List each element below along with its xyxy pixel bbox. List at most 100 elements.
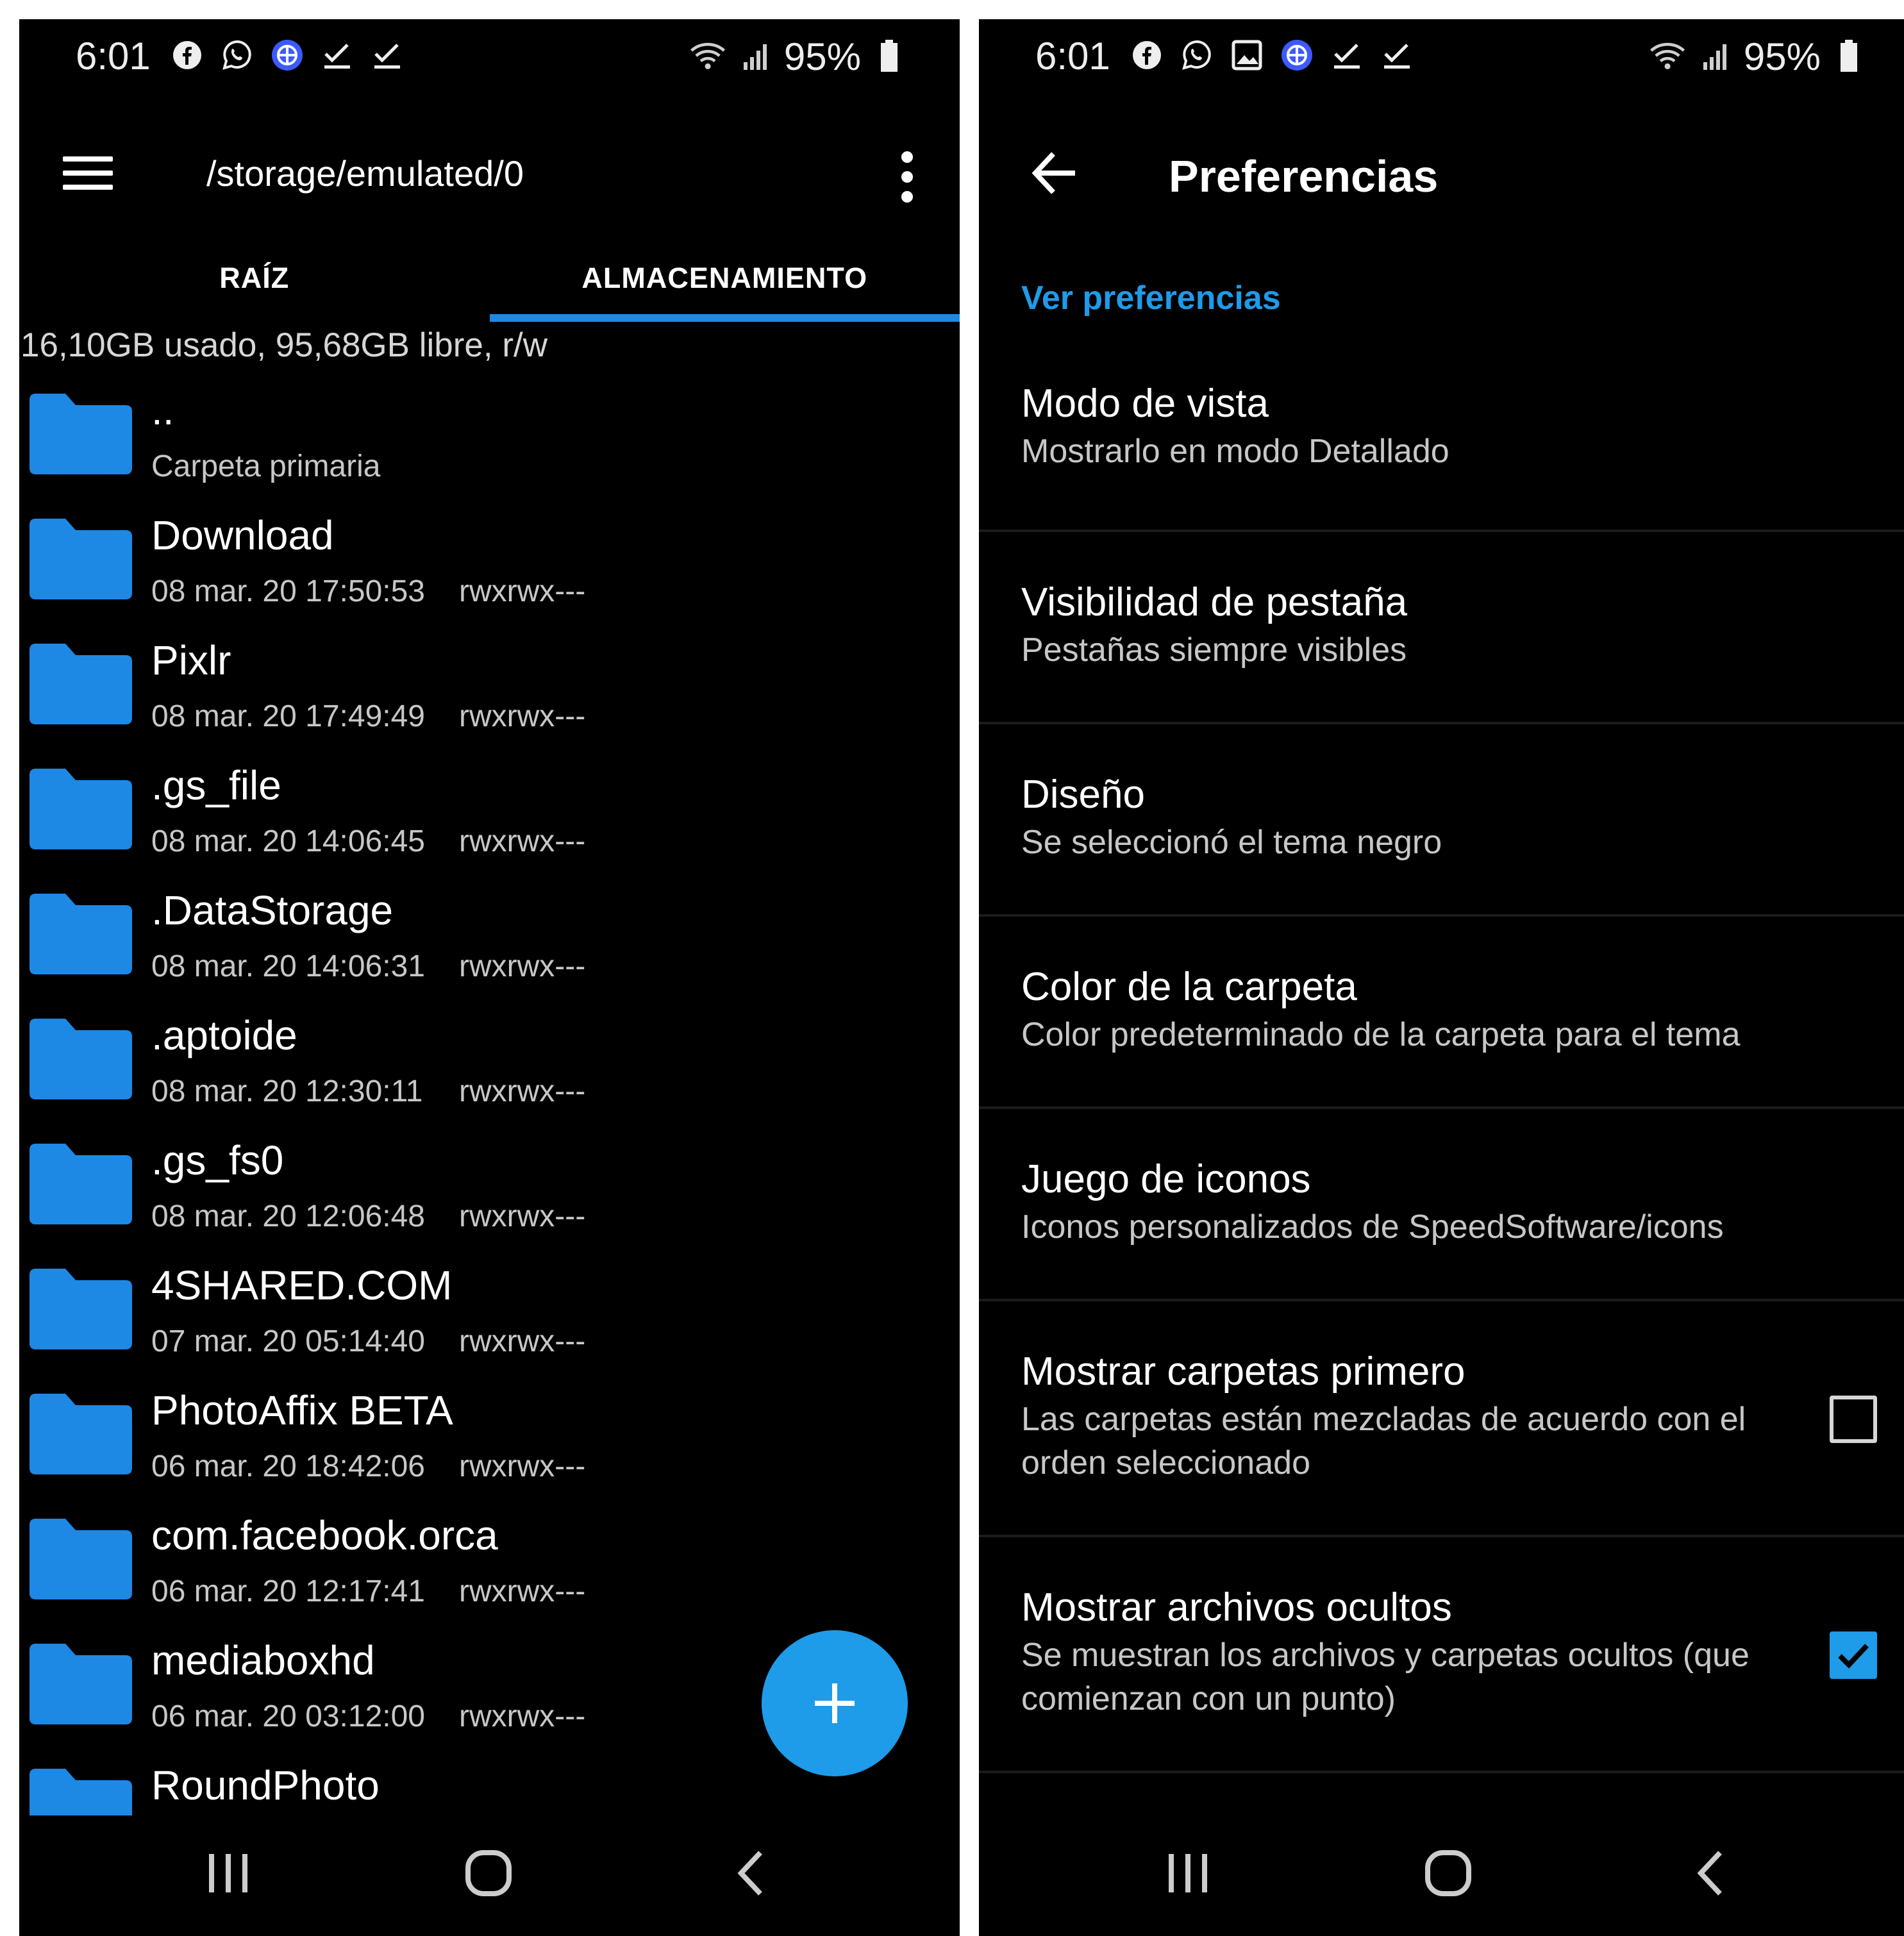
preference-text: Color de la carpeta Color predeterminado … xyxy=(979,962,1904,1056)
file-list-item[interactable]: PhotoAffix BETA 06 mar. 20 18:42:06 rwxrwx… xyxy=(19,1385,960,1510)
signal-icon xyxy=(1696,37,1735,76)
preference-title: Mostrar carpetas primero xyxy=(1021,1349,1466,1394)
tab-root[interactable]: RAÍZ xyxy=(19,244,490,322)
file-permissions: rwxrwx--- xyxy=(459,949,586,983)
file-name: .. xyxy=(151,387,174,433)
file-list-item[interactable]: com.facebook.orca 06 mar. 20 12:17:41 rwxr… xyxy=(19,1510,960,1635)
whatsapp-icon xyxy=(1178,36,1216,74)
battery-icon xyxy=(1830,37,1868,76)
storage-info: 16,10GB usado, 95,68GB libre, r/w xyxy=(21,326,547,364)
status-time: 6:01 xyxy=(1035,35,1110,78)
file-list-item[interactable]: Pixlr 08 mar. 20 17:49:49 rwxrwx--- xyxy=(19,635,960,760)
file-permissions: rwxrwx--- xyxy=(459,699,586,733)
more-options-icon[interactable] xyxy=(894,151,920,203)
recent-apps-button[interactable] xyxy=(196,1841,260,1905)
section-header: Ver preferencias xyxy=(1021,280,1281,317)
preference-summary: Mostrarlo en modo Detallado xyxy=(1021,433,1449,470)
file-list-item[interactable]: .aptoide 08 mar. 20 12:30:11 rwxrwx--- xyxy=(19,1010,960,1135)
file-list-item[interactable]: .gs_file 08 mar. 20 14:06:45 rwxrwx--- xyxy=(19,760,960,885)
recent-apps-icon xyxy=(209,1854,247,1892)
preference-text: Diseño Se seleccionó el tema negro xyxy=(979,769,1904,864)
file-name: Download xyxy=(151,512,334,558)
file-date: 08 mar. 20 14:06:31 xyxy=(151,949,425,983)
file-permissions: rwxrwx--- xyxy=(459,1324,586,1358)
file-date: 06 mar. 20 12:17:41 xyxy=(151,1574,425,1608)
preference-title: Visibilidad de pestaña xyxy=(1021,580,1408,624)
top-app-bar: /storage/emulated/0 xyxy=(19,115,960,231)
status-bar: 6:01 95% xyxy=(979,19,1904,90)
preference-checkbox[interactable] xyxy=(1830,1631,1877,1679)
file-list-item[interactable]: Download 08 mar. 20 17:50:53 rwxrwx--- xyxy=(19,510,960,635)
plus-icon xyxy=(815,1683,855,1723)
file-date: 07 mar. 20 05:14:40 xyxy=(151,1324,425,1358)
file-date: 08 mar. 20 17:49:49 xyxy=(151,699,425,733)
preference-text: Visibilidad de pestaña Pestañas siempre v… xyxy=(979,577,1904,672)
preference-item[interactable]: Modo de vista Mostrarlo en modo Detallado xyxy=(979,340,1904,532)
preference-item[interactable]: Diseño Se seleccionó el tema negro xyxy=(979,724,1904,917)
preference-summary: Se muestran los archivos y carpetas ocul… xyxy=(1021,1637,1750,1717)
recent-apps-button[interactable] xyxy=(1156,1841,1220,1905)
tab-storage[interactable]: ALMACENAMIENTO xyxy=(489,244,960,322)
folder-icon xyxy=(29,1019,132,1099)
home-button[interactable] xyxy=(456,1841,521,1905)
facebook-icon xyxy=(168,36,206,74)
file-name: mediaboxhd xyxy=(151,1637,375,1683)
system-status-icons: 95% xyxy=(689,31,908,82)
file-date: 08 mar. 20 14:06:45 xyxy=(151,824,425,858)
hamburger-menu-icon[interactable] xyxy=(63,147,114,199)
file-permissions: rwxrwx--- xyxy=(459,1074,586,1108)
preference-item[interactable]: Mostrar archivos ocultos Se muestran los … xyxy=(979,1537,1904,1773)
file-name: .DataStorage xyxy=(151,887,394,933)
tab-bar: RAÍZ ALMACENAMIENTO xyxy=(19,244,960,322)
file-permissions: rwxrwx--- xyxy=(459,824,586,858)
recent-apps-icon xyxy=(1169,1854,1207,1892)
file-name: .gs_fs0 xyxy=(151,1137,284,1183)
folder-icon xyxy=(29,644,132,724)
preference-item[interactable]: Mostrar miniaturas de imágenes xyxy=(979,1773,1904,1815)
file-permissions: rwxrwx--- xyxy=(459,1699,586,1733)
notification-icons xyxy=(168,36,406,74)
preference-text: Juego de iconos Iconos personalizados de … xyxy=(979,1154,1904,1249)
back-chevron-icon xyxy=(1697,1851,1722,1896)
preference-item[interactable]: Color de la carpeta Color predeterminado … xyxy=(979,917,1904,1109)
globe-app-icon xyxy=(1278,36,1316,74)
preference-summary: Se seleccionó el tema negro xyxy=(1021,824,1442,861)
preference-title: Diseño xyxy=(1021,772,1145,817)
status-bar: 6:01 95% xyxy=(19,19,960,90)
file-name: .aptoide xyxy=(151,1012,297,1058)
battery-icon xyxy=(870,37,908,76)
folder-icon xyxy=(29,1269,132,1349)
file-list-item[interactable]: .DataStorage 08 mar. 20 14:06:31 rwxrwx--- xyxy=(19,885,960,1010)
status-time: 6:01 xyxy=(76,35,151,78)
file-name: Pixlr xyxy=(151,637,231,683)
wifi-icon xyxy=(1649,37,1687,76)
preference-summary: Color predeterminado de la carpeta para … xyxy=(1021,1016,1741,1053)
file-name: PhotoAffix BETA xyxy=(151,1387,453,1433)
preference-summary: Pestañas siempre visibles xyxy=(1021,631,1407,669)
file-list-item[interactable]: .. Carpeta primaria xyxy=(19,385,960,510)
checkmark-icon xyxy=(1838,1644,1869,1669)
preference-title: Mostrar archivos ocultos xyxy=(1021,1585,1452,1630)
file-list[interactable]: .. Carpeta primaria Download 08 mar. 20 17:… xyxy=(19,385,960,1815)
current-path: /storage/emulated/0 xyxy=(206,153,524,194)
back-arrow-icon[interactable] xyxy=(1029,147,1080,199)
file-list-item[interactable]: .gs_fs0 08 mar. 20 12:06:48 rwxrwx--- xyxy=(19,1135,960,1260)
preference-item[interactable]: Juego de iconos Iconos personalizados de … xyxy=(979,1109,1904,1301)
navigation-bar xyxy=(979,1815,1904,1936)
file-list-item[interactable]: 4SHARED.COM 07 mar. 20 05:14:40 rwxrwx--- xyxy=(19,1260,960,1385)
preference-item[interactable]: Visibilidad de pestaña Pestañas siempre v… xyxy=(979,532,1904,724)
file-date: 08 mar. 20 12:06:48 xyxy=(151,1199,425,1233)
preference-summary: Las carpetas están mezcladas de acuerdo … xyxy=(1021,1401,1746,1481)
preference-title: Juego de iconos xyxy=(1021,1157,1311,1201)
back-button[interactable] xyxy=(721,1841,785,1905)
top-app-bar: Preferencias xyxy=(979,115,1904,231)
download-done-icon xyxy=(368,36,406,74)
back-button[interactable] xyxy=(1680,1841,1744,1905)
add-button[interactable] xyxy=(762,1630,908,1776)
preference-item[interactable]: Mostrar carpetas primero Las carpetas est… xyxy=(979,1301,1904,1537)
battery-level: 95% xyxy=(1743,35,1821,78)
preference-checkbox[interactable] xyxy=(1830,1396,1877,1443)
home-button[interactable] xyxy=(1416,1841,1480,1905)
whatsapp-icon xyxy=(218,36,256,74)
home-icon xyxy=(1425,1850,1471,1896)
